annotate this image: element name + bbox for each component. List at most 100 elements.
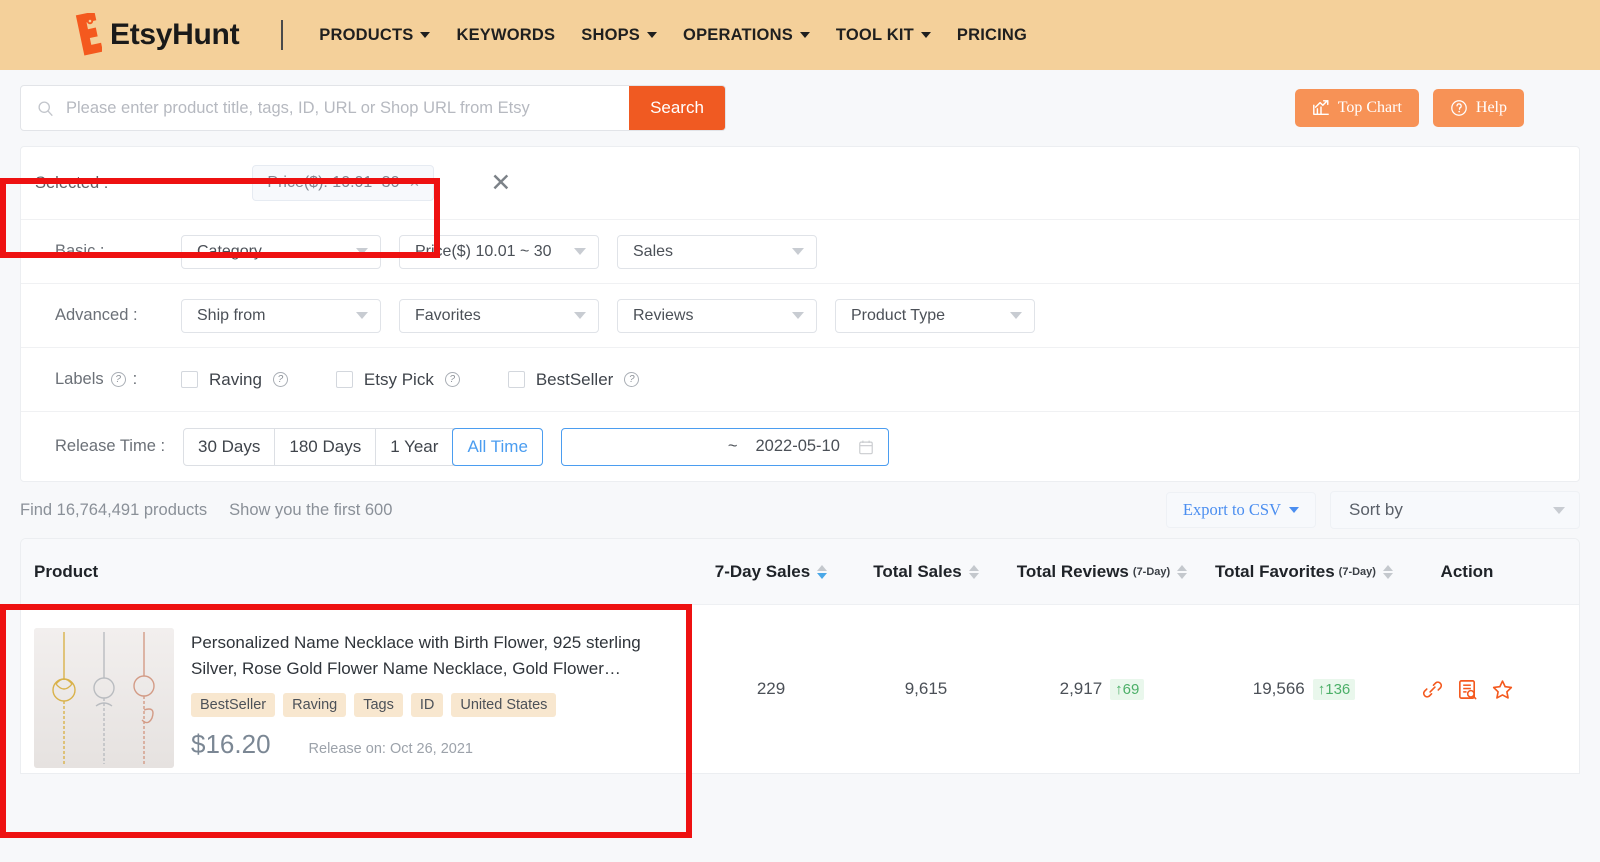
sort-descending-icon (1177, 572, 1188, 579)
search-row: Please enter product title, tags, ID, UR… (0, 70, 1600, 146)
document-search-icon[interactable] (1456, 678, 1479, 701)
bar-chart-icon (1312, 100, 1329, 116)
segment-180-days[interactable]: 180 Days (275, 428, 377, 465)
search-placeholder-text: Please enter product title, tags, ID, UR… (66, 98, 530, 117)
export-to-csv-button[interactable]: Export to CSV (1165, 492, 1316, 528)
product-price: $16.20 (191, 729, 271, 759)
labels-label-colon: : (132, 370, 138, 388)
date-range-end: 2022-05-10 (755, 437, 840, 455)
sort-ascending-icon (817, 564, 828, 571)
segment-30-days[interactable]: 30 Days (184, 428, 276, 465)
column-header-total-favorites-label: Total Favorites (1215, 561, 1335, 581)
segment-all-time[interactable]: All Time (452, 427, 543, 466)
column-header-product-label: Product (34, 561, 99, 581)
close-icon[interactable]: × (409, 173, 419, 193)
nav-item-products[interactable]: PRODUCTS (319, 26, 431, 45)
page-root: EtsyHunt PRODUCTS KEYWORDS SHOPS OPERATI… (0, 0, 1600, 862)
filter-ship-from-value: Ship from (197, 306, 266, 324)
value-total-sales: 9,615 (904, 679, 948, 698)
segment-1-year[interactable]: 1 Year (376, 428, 454, 465)
checkbox-label-bestseller: BestSeller (535, 369, 614, 389)
checkbox-raving[interactable]: Raving ? (181, 370, 288, 390)
chevron-down-icon (1553, 506, 1565, 514)
help-circle-icon[interactable]: ? (444, 372, 460, 387)
nav-item-shops[interactable]: SHOPS (581, 26, 658, 45)
product-tag-id[interactable]: ID (410, 693, 444, 717)
help-button[interactable]: Help (1432, 89, 1524, 127)
checkbox-box-etsy-pick[interactable] (335, 371, 353, 388)
sort-by-select[interactable]: Sort by (1330, 491, 1580, 529)
checkbox-bestseller[interactable]: BestSeller ? (507, 369, 640, 390)
results-summary-bar: Find 16,764,491 products Show you the fi… (0, 482, 1600, 538)
cell-product: Personalized Name Necklace with Birth Fl… (21, 610, 693, 768)
search-input[interactable]: Please enter product title, tags, ID, UR… (21, 86, 629, 130)
column-header-total-reviews[interactable]: Total Reviews (7-Day) (1003, 562, 1201, 582)
selected-chip-price[interactable]: Price($): 10.01~30 × (252, 165, 435, 201)
help-circle-icon[interactable]: ? (624, 372, 640, 387)
sort-ascending-icon (1382, 564, 1393, 571)
cell-total-sales: 9,615 (849, 679, 1003, 699)
chevron-down-icon (1010, 312, 1022, 319)
value-total-reviews: 2,917 (1059, 679, 1103, 698)
filter-favorites-select[interactable]: Favorites (399, 298, 599, 333)
column-header-total-favorites-sub: (7-Day) (1338, 565, 1376, 578)
product-tag-raving[interactable]: Raving (283, 693, 347, 717)
help-circle-icon[interactable]: ? (110, 372, 126, 387)
sort-toggle-total-sales[interactable] (968, 564, 979, 579)
checkbox-label-raving: Raving (209, 369, 262, 389)
nav-item-tool-kit[interactable]: TOOL KIT (836, 26, 931, 45)
results-actions: Export to CSV Sort by (1165, 491, 1580, 529)
search-box: Please enter product title, tags, ID, UR… (20, 85, 726, 131)
nav-label-tool-kit: TOOL KIT (835, 25, 914, 44)
date-range-separator: ~ (727, 437, 738, 455)
question-circle-icon (1451, 100, 1467, 116)
sort-ascending-icon (968, 564, 979, 571)
help-label: Help (1475, 99, 1507, 116)
top-chart-button[interactable]: Top Chart (1294, 89, 1419, 127)
release-time-row: Release Time : 30 Days 180 Days 1 Year A… (21, 411, 1579, 481)
product-tag-bestseller[interactable]: BestSeller (191, 693, 276, 717)
column-header-action-label: Action (1440, 561, 1494, 581)
sort-toggle-seven-day-sales[interactable] (817, 564, 828, 579)
filter-category-select[interactable]: Category (181, 234, 381, 269)
filter-ship-from-select[interactable]: Ship from (181, 298, 381, 333)
star-icon[interactable] (1491, 678, 1514, 701)
filter-price-select[interactable]: Price($) 10.01 ~ 30 (399, 234, 599, 269)
column-header-total-favorites[interactable]: Total Favorites (7-Day) (1201, 562, 1407, 582)
column-header-total-reviews-label: Total Reviews (1016, 561, 1129, 581)
table-header-row: Product 7-Day Sales Total Sales Total Re… (21, 539, 1579, 605)
help-circle-icon[interactable]: ? (272, 372, 288, 387)
filter-sales-value: Sales (633, 242, 674, 260)
checkbox-box-raving[interactable] (181, 371, 198, 388)
checkbox-etsy-pick[interactable]: Etsy Pick ? (335, 370, 460, 390)
sort-toggle-total-reviews[interactable] (1177, 564, 1188, 579)
product-thumbnail[interactable] (34, 628, 174, 768)
basic-filters-label: Basic : (55, 242, 105, 260)
nav-item-operations[interactable]: OPERATIONS (683, 26, 810, 45)
top-right-actions: Top Chart Help (1294, 89, 1524, 127)
release-time-label: Release Time : (55, 437, 166, 455)
chevron-down-icon (420, 32, 431, 38)
product-title[interactable]: Personalized Name Necklace with Birth Fl… (191, 630, 653, 682)
search-button[interactable]: Search (629, 86, 725, 130)
product-tag-tags[interactable]: Tags (354, 693, 403, 717)
date-range-picker[interactable]: ~ 2022-05-10 (560, 427, 889, 466)
column-header-seven-day-sales[interactable]: 7-Day Sales (693, 562, 849, 582)
clear-all-filters-icon[interactable]: ✕ (490, 168, 511, 198)
product-tag-country[interactable]: United States (451, 693, 557, 717)
filter-reviews-select[interactable]: Reviews (617, 298, 817, 333)
column-header-total-sales[interactable]: Total Sales (849, 562, 1003, 582)
nav-item-keywords[interactable]: KEYWORDS (456, 26, 555, 45)
link-icon[interactable] (1421, 678, 1444, 701)
sort-toggle-total-favorites[interactable] (1382, 564, 1393, 579)
checkbox-box-bestseller[interactable] (507, 371, 525, 388)
cell-total-reviews: 2,917 ↑69 (1003, 678, 1201, 700)
chevron-down-icon (574, 248, 586, 255)
brand-logo[interactable]: EtsyHunt (58, 13, 240, 57)
filter-product-type-select[interactable]: Product Type (835, 298, 1035, 333)
filter-sales-select[interactable]: Sales (617, 234, 817, 269)
sort-by-value: Sort by (1349, 500, 1403, 519)
nav-item-pricing[interactable]: PRICING (957, 26, 1027, 45)
chevron-down-icon (574, 312, 586, 319)
products-table: Product 7-Day Sales Total Sales Total Re… (20, 538, 1580, 774)
